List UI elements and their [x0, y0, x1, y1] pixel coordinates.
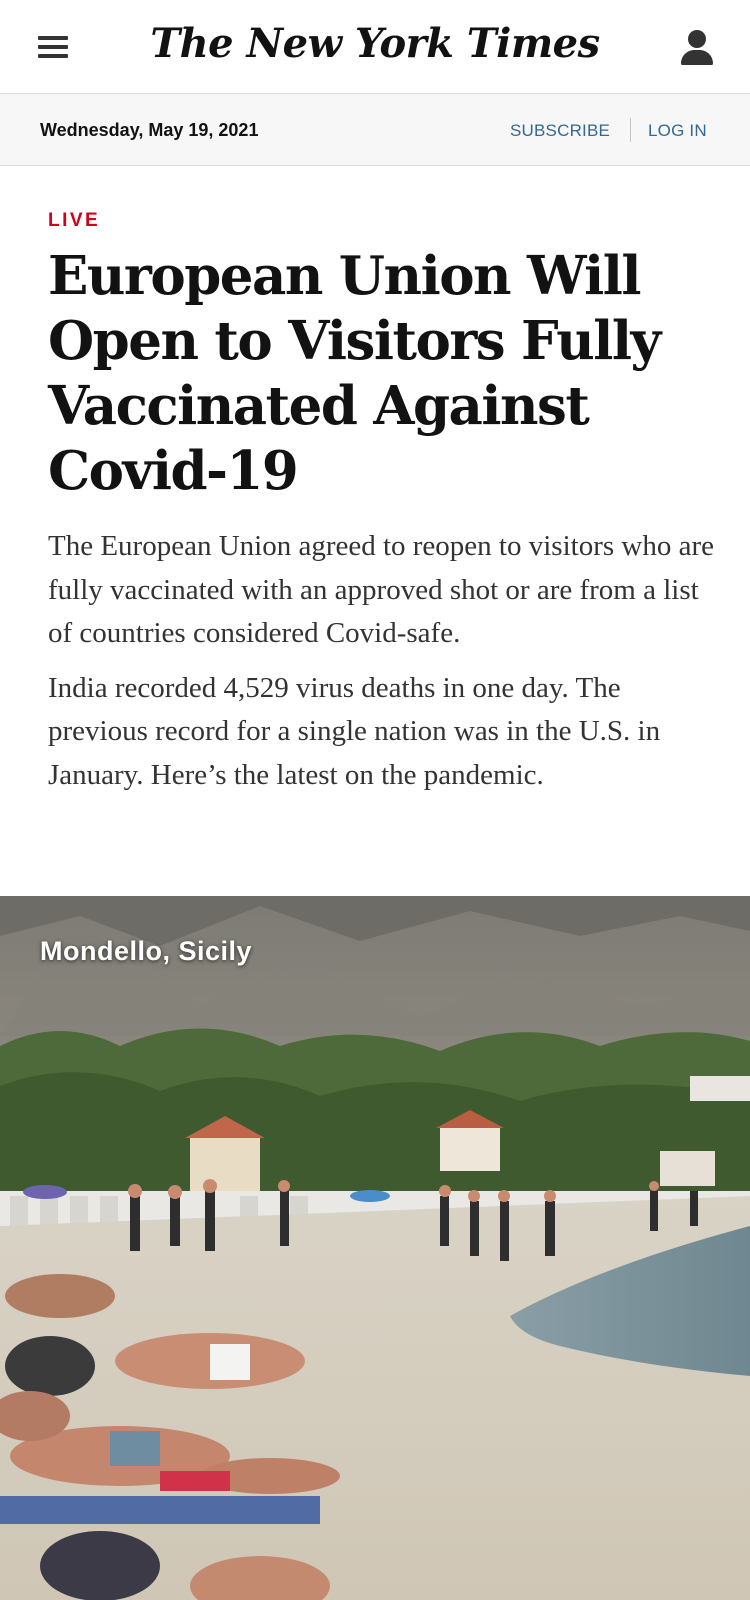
summary-item: • India recorded 4,529 virus deaths in o… [48, 667, 718, 798]
top-bar: The New York Times [0, 0, 750, 94]
live-kicker: LIVE [48, 210, 101, 231]
hamburger-menu-icon[interactable] [38, 36, 68, 58]
summary-item: • The European Union agreed to reopen to… [48, 525, 718, 656]
current-date: Wednesday, May 19, 2021 [40, 120, 259, 140]
summary-item-text: India recorded 4,529 virus deaths in one… [48, 671, 661, 791]
link-divider [630, 118, 631, 142]
summary-list: • The European Union agreed to reopen to… [48, 525, 718, 870]
subscribe-link[interactable]: SUBSCRIBE [510, 121, 610, 141]
date-bar: Wednesday, May 19, 2021 SUBSCRIBE LOG IN [0, 94, 750, 166]
lead-photo[interactable]: Mondello, Sicily [0, 896, 750, 1600]
article-headline[interactable]: European Union Will Open to Visitors Ful… [48, 244, 708, 504]
nyt-logo[interactable]: The New York Times [150, 20, 600, 67]
summary-item-text: The European Union agreed to reopen to v… [48, 530, 714, 649]
beach-scene-image [0, 896, 750, 1600]
photo-location-label: Mondello, Sicily [40, 936, 253, 966]
login-link[interactable]: LOG IN [648, 121, 707, 141]
user-account-icon[interactable] [680, 30, 714, 66]
